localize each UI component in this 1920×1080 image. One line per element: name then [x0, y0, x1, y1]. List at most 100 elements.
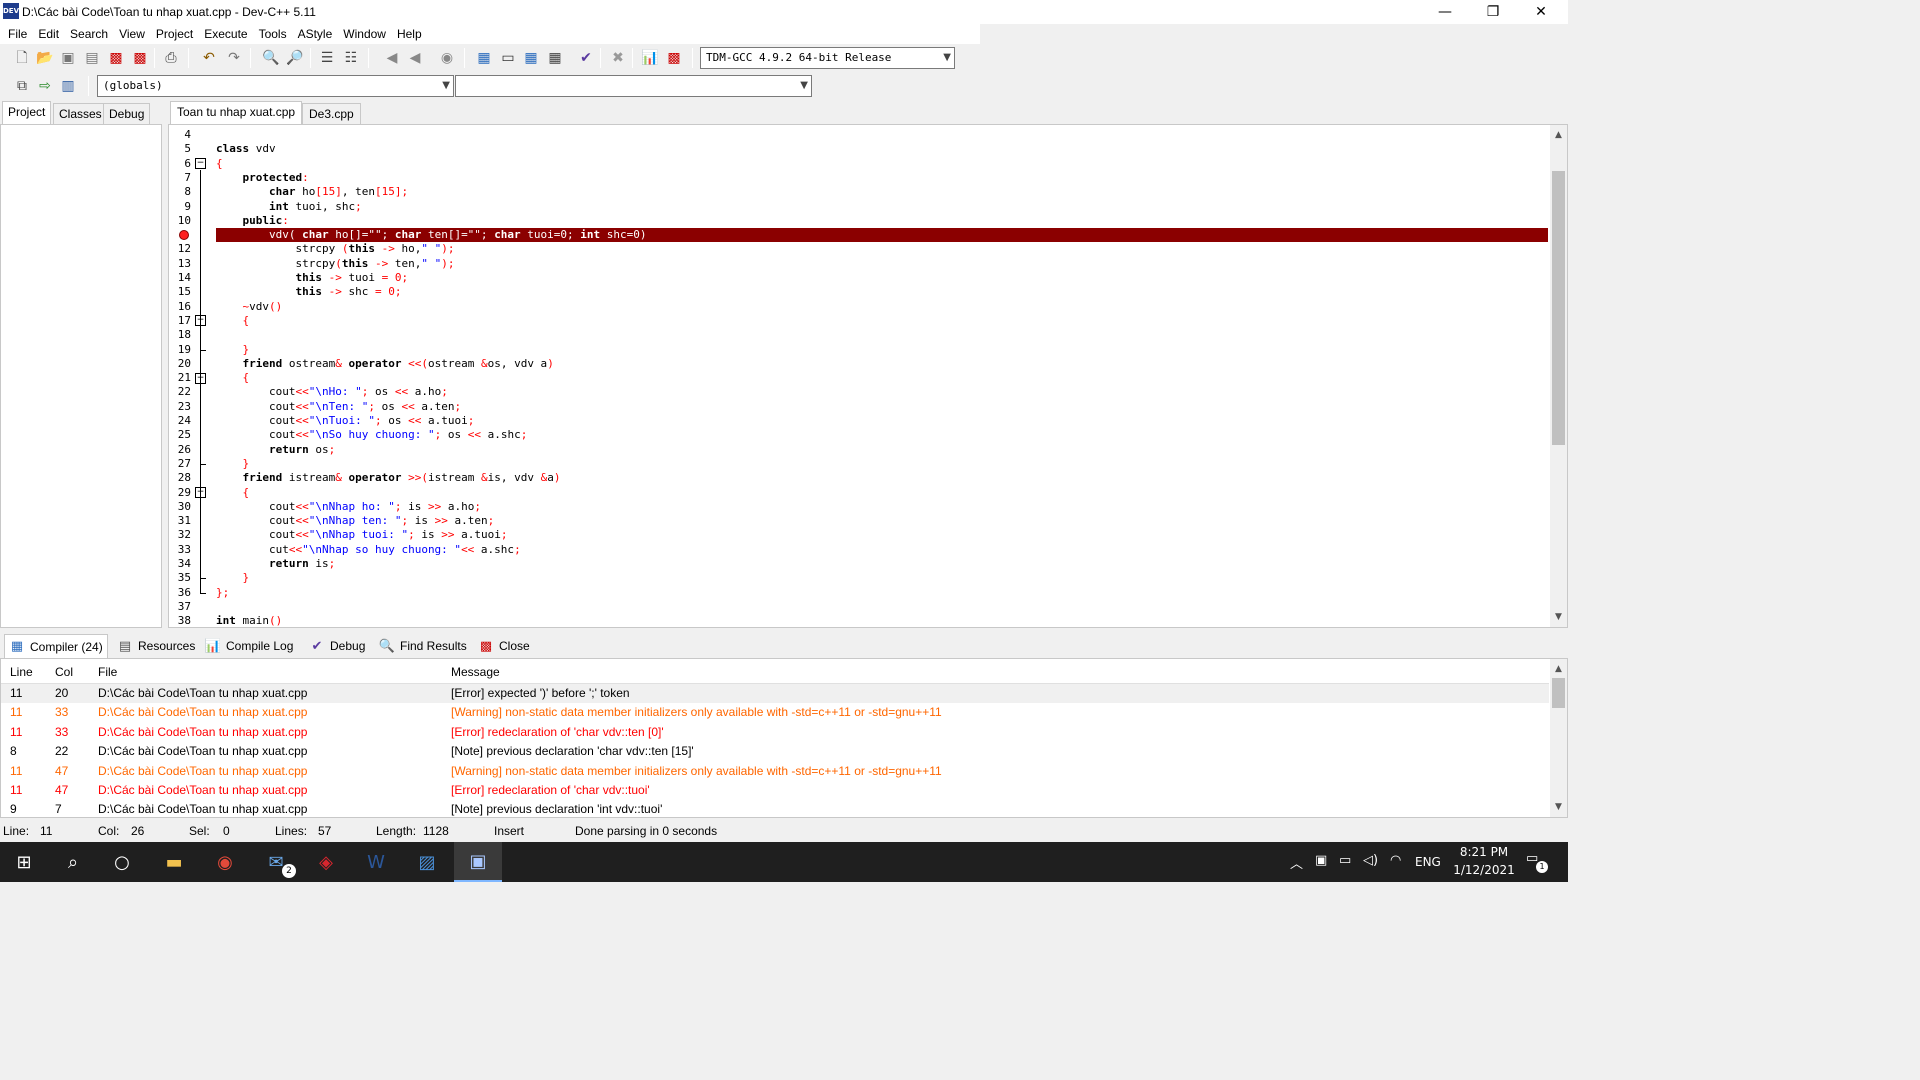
code-line[interactable]: {	[216, 314, 1548, 328]
redo-icon[interactable]: ↷	[224, 48, 244, 68]
clock-date[interactable]: 1/12/2021	[1452, 863, 1516, 877]
editor-scrollbar[interactable]: ▲ ▼	[1550, 125, 1567, 627]
code-line[interactable]: };	[216, 586, 1548, 600]
tab-resources[interactable]: ▤ Resources	[113, 634, 199, 658]
code-line[interactable]: cout<<"\nHo: "; os << a.ho;	[216, 385, 1548, 399]
unindent-icon[interactable]: ☷	[341, 48, 361, 68]
restore-button[interactable]: ❐	[1470, 0, 1516, 24]
new-file-icon[interactable]: 🗋	[12, 48, 32, 68]
code-line[interactable]: class vdv	[216, 142, 1548, 156]
menu-window[interactable]: Window	[339, 24, 393, 44]
code-line[interactable]: {	[216, 486, 1548, 500]
code-line[interactable]: cout<<"\nSo huy chuong: "; os << a.shc;	[216, 428, 1548, 442]
wifi-icon[interactable]: ◠	[1390, 853, 1401, 868]
new-project-icon[interactable]: ⧉	[12, 76, 32, 96]
project-browser[interactable]	[0, 124, 162, 628]
header-message[interactable]: Message	[451, 665, 500, 679]
word-icon[interactable]: W	[352, 842, 400, 882]
add-to-project-icon[interactable]: ⇨	[35, 76, 55, 96]
compiler-select[interactable]: TDM-GCC 4.9.2 64-bit Release ▼	[700, 47, 955, 69]
meet-now-icon[interactable]: ▣	[1315, 853, 1327, 868]
code-line[interactable]: public:	[216, 214, 1548, 228]
close-window-button[interactable]: ✕	[1518, 0, 1564, 24]
tab-debug-left[interactable]: Debug	[103, 103, 151, 125]
notification-icon[interactable]: ▭ 1	[1526, 851, 1548, 873]
scroll-up-icon[interactable]: ▲	[1550, 661, 1567, 678]
code-line[interactable]: }	[216, 457, 1548, 471]
find-icon[interactable]: 🔍	[261, 48, 281, 68]
volume-icon[interactable]: ◁)	[1363, 853, 1378, 868]
compile-icon[interactable]: ▦	[474, 48, 494, 68]
code-line-error[interactable]: vdv( char ho[]=""; char ten[]=""; char t…	[216, 228, 1548, 243]
fold-toggle-icon[interactable]: −	[195, 158, 206, 170]
code-line[interactable]: int tuoi, shc;	[216, 200, 1548, 214]
code-line[interactable]	[216, 328, 1548, 342]
code-line[interactable]: {	[216, 157, 1548, 171]
message-row[interactable]: 11 33 D:\Các bài Code\Toan tu nhap xuat.cp…	[1, 703, 1549, 722]
tab-close[interactable]: ▩ Close	[474, 634, 534, 658]
code-line[interactable]: cout<<"\nTuoi: "; os << a.tuoi;	[216, 414, 1548, 428]
chrome-icon[interactable]: ◉	[201, 842, 249, 882]
menu-file[interactable]: File	[4, 24, 34, 44]
code-editor[interactable]: 4567891011121314151617181920212223242526…	[168, 124, 1568, 628]
tab-find-results[interactable]: 🔍 Find Results	[375, 634, 471, 658]
menu-help[interactable]: Help	[393, 24, 429, 44]
message-row[interactable]: 8 22 D:\Các bài Code\Toan tu nhap xuat.cpp…	[1, 742, 1549, 761]
menu-view[interactable]: View	[115, 24, 152, 44]
scroll-down-icon[interactable]: ▼	[1550, 799, 1567, 816]
code-line[interactable]: strcpy (this -> ho," ");	[216, 242, 1548, 256]
code-line[interactable]: int main()	[216, 614, 1548, 627]
file-explorer-icon[interactable]: ▬	[150, 842, 198, 882]
tab-compiler[interactable]: ▦ Compiler (24)	[4, 634, 108, 658]
close-all-icon[interactable]: ▩	[130, 48, 150, 68]
goto-forward-icon[interactable]: ◀	[405, 48, 425, 68]
code-line[interactable]: cut<<"\nNhap so huy chuong: "<< a.shc;	[216, 543, 1548, 557]
mail-icon[interactable]: ✉ 2	[252, 842, 300, 882]
battery-icon[interactable]: ▭	[1339, 853, 1351, 868]
minimize-button[interactable]: —	[1422, 0, 1468, 24]
code-line[interactable]: {	[216, 371, 1548, 385]
messages-scrollbar[interactable]: ▲ ▼	[1550, 659, 1567, 817]
menu-execute[interactable]: Execute	[200, 24, 254, 44]
profile-chart-icon[interactable]: 📊	[640, 48, 660, 68]
code-line[interactable]: cout<<"\nTen: "; os << a.ten;	[216, 400, 1548, 414]
code-line[interactable]: char ho[15], ten[15];	[216, 185, 1548, 199]
tab-toan-tu-nhap-xuat[interactable]: Toan tu nhap xuat.cpp	[170, 101, 303, 125]
code-line[interactable]: cout<<"\nNhap ho: "; is >> a.ho;	[216, 500, 1548, 514]
syntax-check-icon[interactable]: ✔	[576, 48, 596, 68]
rebuild-icon[interactable]: ▦	[545, 48, 565, 68]
code-area[interactable]: class vdv{ protected: char ho[15], ten[1…	[216, 125, 1548, 627]
member-select[interactable]: ▼	[455, 75, 812, 97]
header-col[interactable]: Col	[55, 665, 73, 679]
code-line[interactable]: strcpy(this -> ten," ");	[216, 257, 1548, 271]
code-line[interactable]: cout<<"\nNhap ten: "; is >> a.ten;	[216, 514, 1548, 528]
print-icon[interactable]: ⎙	[161, 48, 181, 68]
show-hidden-icons-icon[interactable]: ︿	[1290, 853, 1303, 872]
tab-classes[interactable]: Classes	[53, 103, 108, 125]
code-line[interactable]: ~vdv()	[216, 300, 1548, 314]
menu-edit[interactable]: Edit	[34, 24, 66, 44]
tab-de3[interactable]: De3.cpp	[302, 103, 361, 125]
search-icon[interactable]: ⌕	[49, 842, 97, 882]
header-file[interactable]: File	[98, 665, 117, 679]
goto-back-icon[interactable]: ◀	[382, 48, 402, 68]
garena-icon[interactable]: ◈	[302, 842, 350, 882]
stop-icon[interactable]: ✖	[608, 48, 628, 68]
code-line[interactable]: cout<<"\nNhap tuoi: "; is >> a.tuoi;	[216, 528, 1548, 542]
code-line[interactable]	[216, 128, 1548, 142]
menu-search[interactable]: Search	[66, 24, 115, 44]
save-all-icon[interactable]: ▤	[82, 48, 102, 68]
message-row[interactable]: 11 20 D:\Các bài Code\Toan tu nhap xuat.cp…	[1, 684, 1549, 704]
scroll-up-icon[interactable]: ▲	[1550, 127, 1567, 144]
windows-start-icon[interactable]: ⊞	[0, 842, 48, 882]
code-line[interactable]: }	[216, 571, 1548, 585]
clock-time[interactable]: 8:21 PM	[1452, 845, 1516, 859]
indent-icon[interactable]: ☰	[317, 48, 337, 68]
scope-select[interactable]: (globals) ▼	[97, 75, 454, 97]
run-icon[interactable]: ▭	[498, 48, 518, 68]
code-line[interactable]: friend istream& operator >>(istream &is,…	[216, 471, 1548, 485]
code-line[interactable]: return os;	[216, 443, 1548, 457]
undo-icon[interactable]: ↶	[199, 48, 219, 68]
message-row[interactable]: 9 7 D:\Các bài Code\Toan tu nhap xuat.cpp […	[1, 800, 1549, 817]
menu-astyle[interactable]: AStyle	[294, 24, 340, 44]
